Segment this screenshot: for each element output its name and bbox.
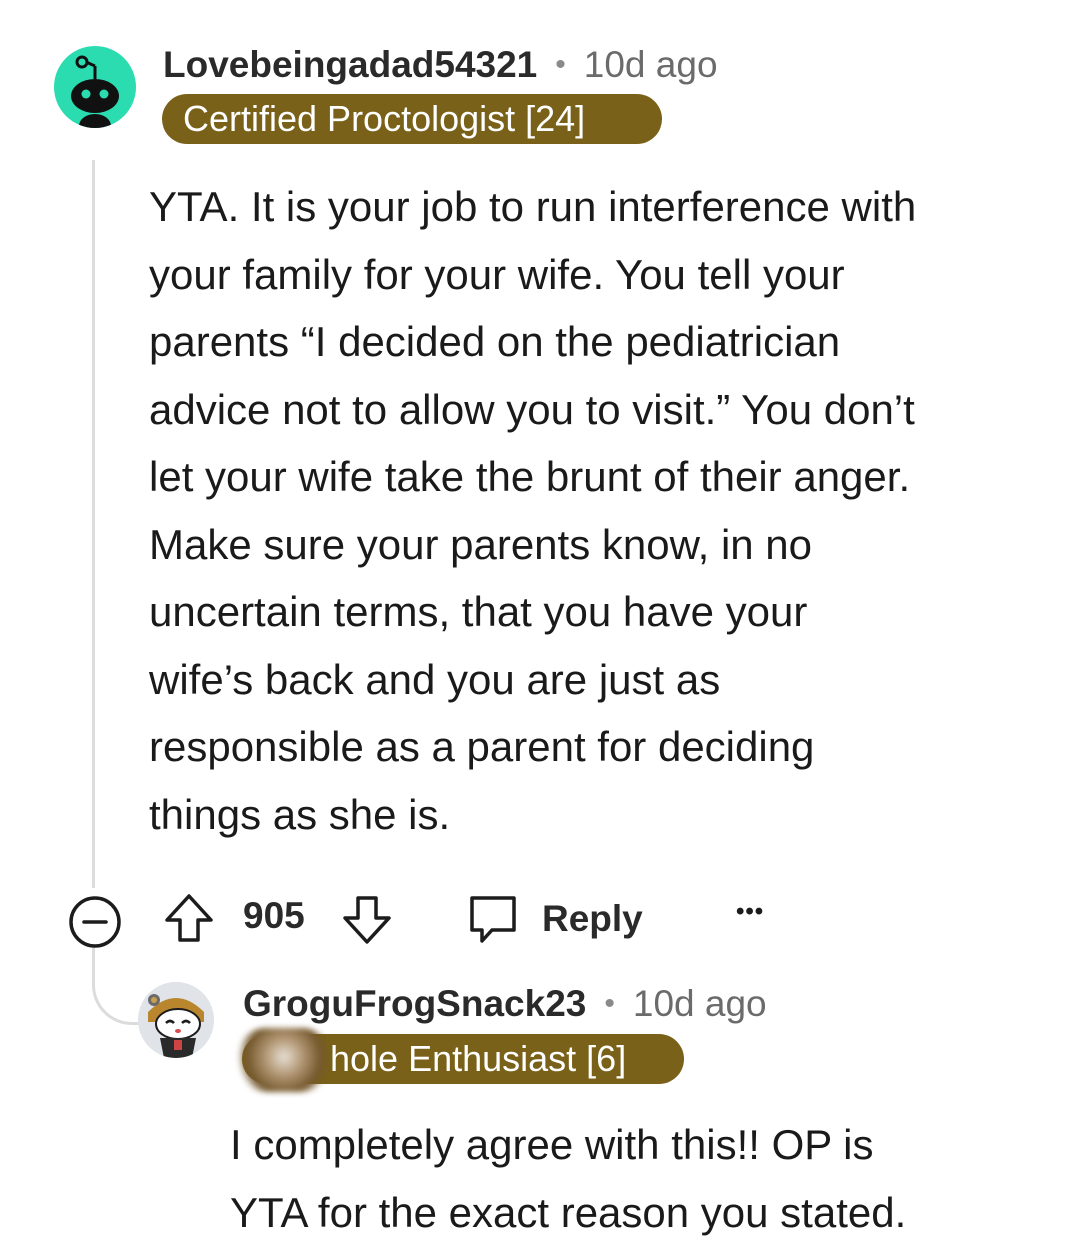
arrow-down-icon — [343, 896, 391, 944]
reply-body: I completely agree with this!! OP is YTA… — [230, 1121, 907, 1236]
user-flair: Certified Proctologist [24] — [162, 94, 662, 144]
vote-count: 905 — [243, 895, 305, 936]
reply-username[interactable]: GroguFrogSnack23 — [243, 983, 586, 1025]
user-avatar[interactable] — [54, 46, 136, 128]
snoo-avatar-icon — [71, 55, 119, 128]
comment-username[interactable]: Lovebeingadad54321 — [163, 44, 537, 86]
ellipsis-icon: ••• — [736, 898, 765, 925]
comment-timestamp: 10d ago — [583, 44, 718, 85]
snoo-costume-avatar-icon — [138, 982, 214, 1058]
reply-meta-separator: • — [604, 987, 615, 1020]
reply-label: Reply — [542, 898, 643, 939]
blurred-flair-emoji — [236, 1028, 332, 1092]
reply-timestamp: 10d ago — [632, 983, 767, 1024]
reply-flair-text: hole Enthusiast [6] — [330, 1038, 627, 1079]
downvote-button[interactable] — [338, 890, 396, 948]
reply-user-avatar[interactable] — [138, 982, 214, 1058]
arrow-up-icon — [165, 894, 213, 942]
speech-bubble-icon — [470, 896, 516, 943]
collapse-thread-button[interactable] — [66, 893, 124, 951]
reply-button[interactable]: Reply — [466, 890, 643, 948]
reply-connector-line — [92, 945, 140, 1025]
more-options-button[interactable]: ••• — [736, 898, 764, 926]
minus-circle-icon — [69, 896, 121, 948]
comment-body: YTA. It is your job to run interference … — [149, 183, 917, 838]
meta-separator: • — [555, 48, 566, 81]
thread-line — [92, 160, 95, 888]
upvote-button[interactable] — [160, 890, 218, 948]
